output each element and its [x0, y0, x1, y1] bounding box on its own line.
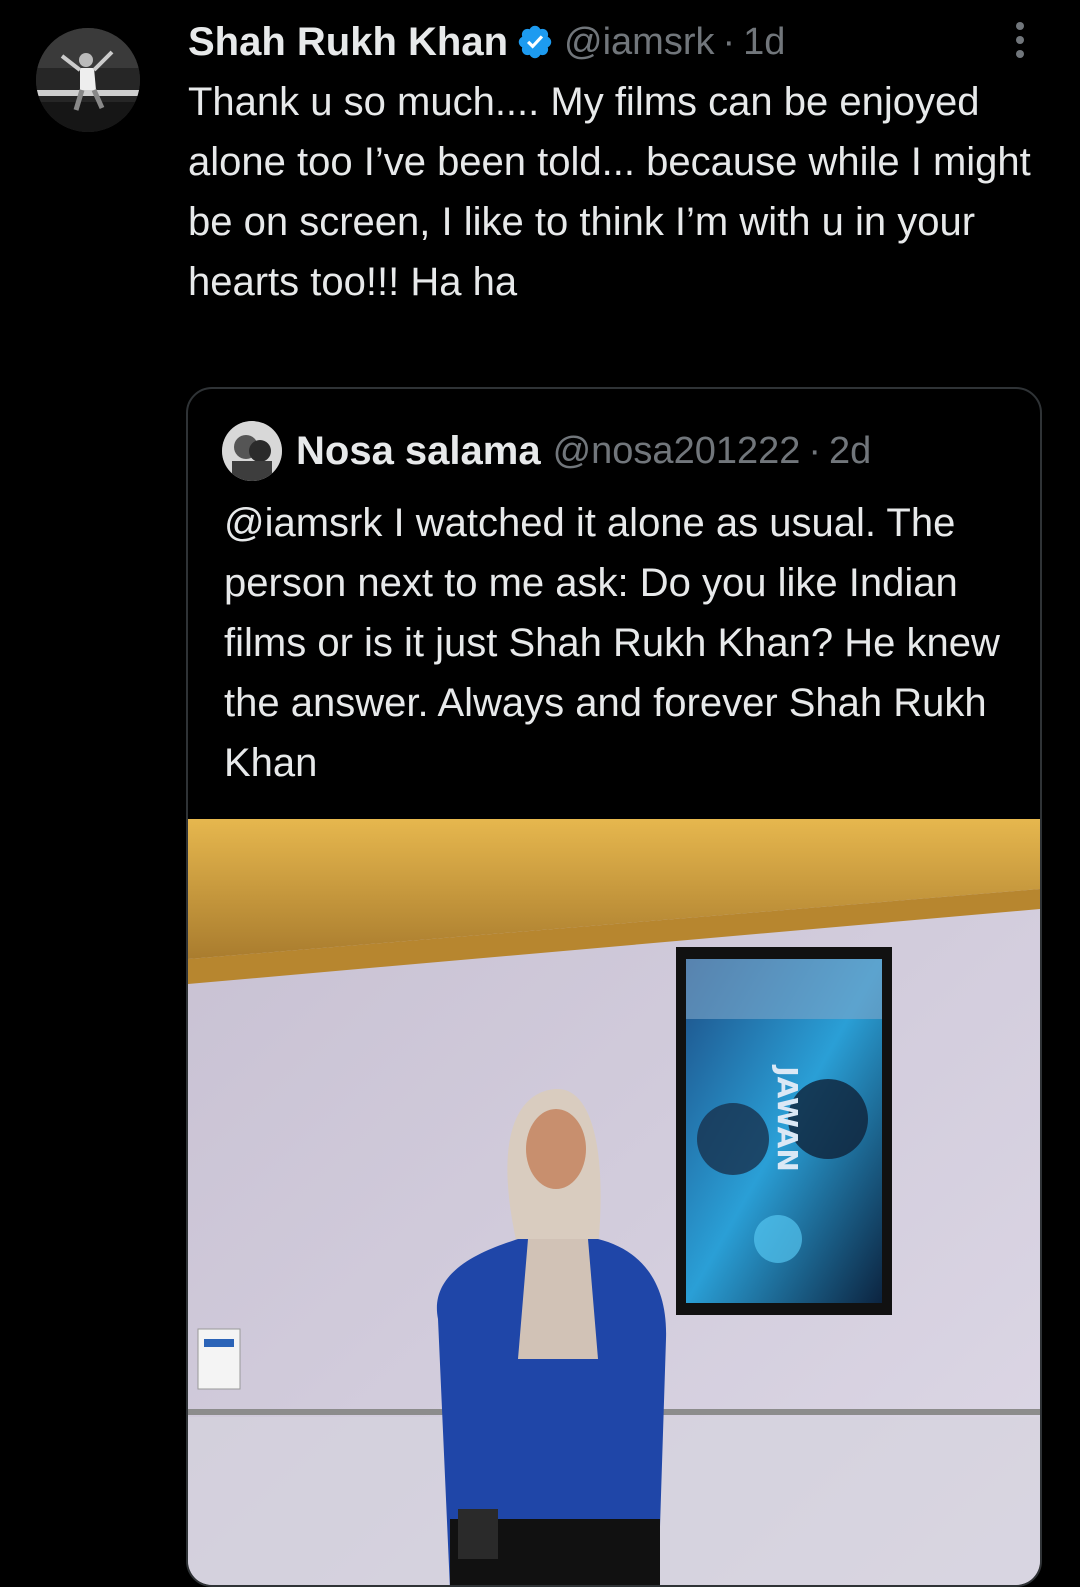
poster-title: JAWAN: [771, 1064, 804, 1172]
more-options-icon[interactable]: [1000, 18, 1040, 62]
cinema-photo: JAWAN: [188, 819, 1040, 1585]
quoted-author-handle: @nosa201222: [552, 429, 801, 472]
tweet-timestamp[interactable]: 1d: [743, 21, 785, 64]
tweet-text: Thank u so much.... My films can be enjo…: [188, 80, 1031, 304]
tweet-header: Shah Rukh Khan @iamsrk · 1d: [188, 14, 785, 70]
quoted-tweet-timestamp: 2d: [829, 429, 872, 472]
avatar-photo: [36, 28, 140, 132]
author-name[interactable]: Shah Rukh Khan: [188, 20, 508, 65]
quoted-tweet-header: Nosa salama @nosa201222 · 2d: [222, 421, 871, 481]
quoted-tweet-photo[interactable]: JAWAN: [188, 819, 1040, 1585]
author-handle[interactable]: @iamsrk: [564, 21, 714, 64]
separator-dot: ·: [808, 429, 822, 472]
verified-badge-icon: [518, 25, 552, 59]
quoted-author-name: Nosa salama: [296, 428, 541, 473]
quoted-avatar-photo: [222, 421, 282, 481]
quoted-tweet-card[interactable]: Nosa salama @nosa201222 · 2d @iamsrk I w…: [186, 387, 1042, 1587]
separator-dot: ·: [722, 20, 736, 63]
quoted-tweet-text: @iamsrk I watched it alone as usual. The…: [224, 501, 1000, 785]
quoted-author-avatar: [222, 421, 282, 481]
author-avatar[interactable]: [36, 28, 140, 132]
